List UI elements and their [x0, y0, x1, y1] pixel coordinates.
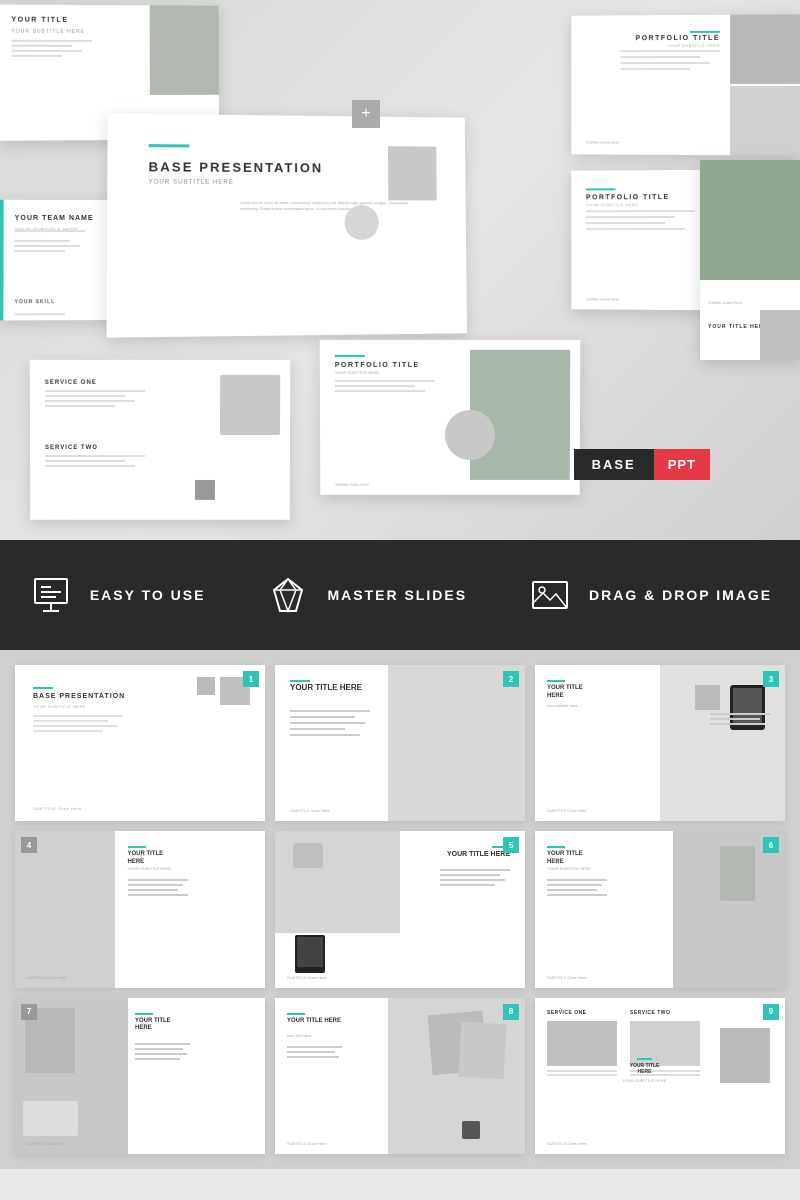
thumb-6-footer: SUBTITLE Goes Here [547, 975, 587, 980]
slide-portfolio-mid-title: PORTFOLIO TITLE [335, 362, 420, 369]
thumb-3-subtitle: your subtitle here [547, 703, 578, 708]
slide-main-body: Lorem ipsum dolor sit amet, consectetur … [240, 200, 418, 213]
thumb-2-title: YOUR TITLE HERE [290, 683, 362, 693]
thumbnail-1: 1 BASE PRESENTATION YOUR SUBTITLE HERE S… [15, 665, 265, 821]
slide-portfolio-tr-title: PORTFOLIO TITLE [636, 35, 720, 42]
thumb-3-footer: SUBTITLE Goes Here [547, 808, 587, 813]
thumb-7-footer: SUBTITLE Goes Here [27, 1141, 67, 1146]
thumb-3-title: YOUR TITLEHERE [547, 685, 583, 701]
thumbnail-6: 6 YOUR TITLEHERE YOUR SUBTITLE HERE SUBT… [535, 831, 785, 987]
thumb-8-subtitle: your title here [287, 1033, 311, 1038]
thumbnail-2: 2 YOUR TITLE HERE SUBTITLE Goes Here [275, 665, 525, 821]
thumb-9-col1-title: SERVICE ONE [547, 1010, 617, 1016]
thumb-5-title: YOUR TITLE HERE [447, 851, 510, 858]
badge-base: BASE [574, 449, 654, 480]
thumb-9-footer: SUBTITLE Goes Here [547, 1141, 587, 1146]
product-badge: BASE PPT [574, 449, 710, 480]
diamond-icon [265, 572, 311, 618]
thumbnails-grid: 1 BASE PRESENTATION YOUR SUBTITLE HERE S… [0, 650, 800, 1169]
thumb-4-subtitle: YOUR SUBTITLE HERE [128, 866, 172, 871]
slide-portfolio-mid: PORTFOLIO TITLE YOUR SUBTITLE HERE Subti… [320, 340, 581, 495]
slide-main: BASE PRESENTATION YOUR SUBTITLE HERE Lor… [107, 113, 467, 337]
features-banner: EASY TO USE MASTER SLIDES DRAG & DROP IM… [0, 540, 800, 650]
feature-drag-drop: DRAG & DROP IMAGE [527, 572, 772, 618]
easy-to-use-label: EASY TO USE [90, 587, 206, 603]
thumb-8-footer: SUBTITLE Goes Here [287, 1141, 327, 1146]
slide-tl-image [150, 5, 219, 95]
thumb-6-subtitle: YOUR SUBTITLE HERE [547, 866, 591, 871]
thumb-1-number: 1 [243, 671, 259, 687]
thumb-9-number: 9 [763, 1004, 779, 1020]
thumb-6-number: 6 [763, 837, 779, 853]
thumbnail-4: 4 YOUR TITLEHERE YOUR SUBTITLE HERE SUBT… [15, 831, 265, 987]
slide-portfolio-mr-title: PORTFOLIO TITLE [586, 194, 670, 201]
slide-team-title: YOUR TEAM NAME [15, 215, 94, 222]
thumb-7-title: YOUR TITLEHERE [135, 1018, 171, 1034]
thumb-1-subtitle: YOUR SUBTITLE HERE [33, 704, 86, 709]
slide-tall-right-title: YOUR TITLE HERE [708, 324, 768, 330]
top-presentation-mockup: YOUR TITLE YOUR SUBTITLE HERE YOUR TEAM … [0, 0, 800, 540]
slide-main-subtitle: YOUR SUBTITLE HERE [148, 179, 233, 185]
thumb-2-footer: SUBTITLE Goes Here [290, 808, 330, 813]
thumb-3-number: 3 [763, 671, 779, 687]
slide-tall-right: YOUR TITLE HERE Subtitle Goes Here [700, 160, 800, 360]
presentation-icon [28, 572, 74, 618]
thumbnail-3: 3 YOUR TITLEHERE your subtitle here SUBT… [535, 665, 785, 821]
slide-main-title: BASE PRESENTATION [149, 159, 324, 175]
thumb-4-footer: SUBTITLE Goes Here [27, 975, 67, 980]
thumb-5-number: 5 [503, 837, 519, 853]
thumbnail-7: 7 YOUR TITLEHERE SUBTITLE Goes Here [15, 998, 265, 1154]
thumbnail-8: 8 YOUR TITLE HERE your title here SUBTIT… [275, 998, 525, 1154]
feature-easy-to-use: EASY TO USE [28, 572, 206, 618]
drag-drop-label: DRAG & DROP IMAGE [589, 587, 772, 603]
slide-services: SERVICE ONE SERVICE TWO [30, 360, 291, 520]
thumb-8-title: YOUR TITLE HERE [287, 1018, 341, 1026]
thumb-7-number: 7 [21, 1004, 37, 1020]
thumb-4-number: 4 [21, 837, 37, 853]
slide-tl-subtitle: YOUR SUBTITLE HERE [11, 29, 85, 35]
thumbnail-9: 9 SERVICE ONE SERVICE TWO YOUR TITLEHERE… [535, 998, 785, 1154]
thumb-8-number: 8 [503, 1004, 519, 1020]
image-icon [527, 572, 573, 618]
slide-portfolio-tr: PORTFOLIO TITLE YOUR SUBTITLE HERE Subti… [571, 14, 800, 155]
thumb-1-footer: SUBTITLE Goes Here [33, 806, 82, 811]
thumb-6-title: YOUR TITLEHERE [547, 851, 583, 867]
master-slides-label: MASTER SLIDES [327, 587, 467, 603]
feature-master-slides: MASTER SLIDES [265, 572, 467, 618]
thumb-9-center-title: YOUR TITLEHERE [623, 1063, 667, 1076]
thumb-1-title: BASE PRESENTATION [33, 693, 125, 700]
thumb-4-title: YOUR TITLEHERE [128, 851, 164, 867]
thumbnail-5: 5 YOUR TITLE HERE SUBTITLE Goes Here [275, 831, 525, 987]
slide-tl-title: YOUR TITLE [11, 17, 68, 24]
thumb-5-footer: SUBTITLE Goes Here [287, 975, 327, 980]
thumb-2-number: 2 [503, 671, 519, 687]
badge-ppt: PPT [654, 449, 710, 480]
thumb-9-col2-title: SERVICE TWO [630, 1010, 700, 1016]
plus-icon: + [352, 100, 380, 128]
